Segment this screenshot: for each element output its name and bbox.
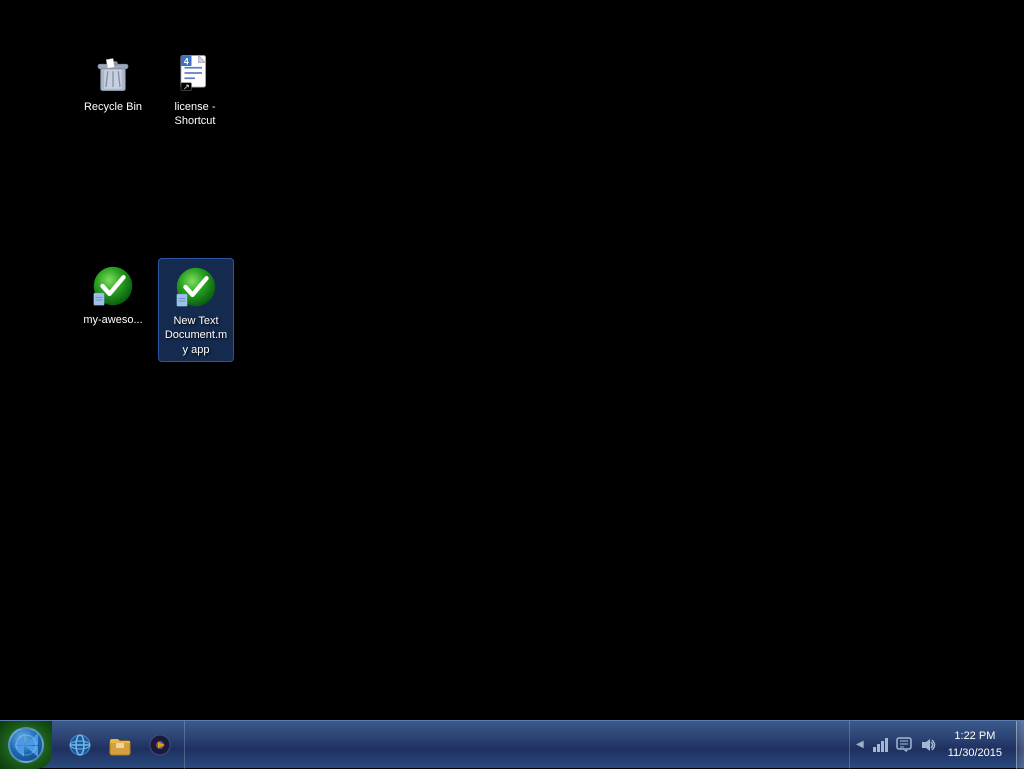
network-tray-icon[interactable] xyxy=(870,735,890,755)
recycle-bin-label: Recycle Bin xyxy=(84,100,142,114)
windows-orb xyxy=(8,727,44,763)
quick-launch xyxy=(56,721,185,769)
new-text-document-label: New Text Document.my app xyxy=(163,314,229,357)
new-text-document-image xyxy=(172,263,220,311)
clock-time: 1:22 PM xyxy=(954,728,995,745)
license-shortcut-image: 4 ↗ xyxy=(171,49,219,97)
clock-date: 11/30/2015 xyxy=(948,745,1002,762)
show-desktop-button[interactable] xyxy=(1016,721,1024,769)
ie-button[interactable] xyxy=(62,727,98,763)
license-shortcut-label: license - Shortcut xyxy=(161,100,229,129)
my-awesome-app-icon[interactable]: my-aweso... xyxy=(75,258,151,331)
explorer-button[interactable] xyxy=(102,727,138,763)
running-apps xyxy=(189,721,849,769)
my-awesome-app-label: my-aweso... xyxy=(83,313,142,327)
volume-tray-icon[interactable] xyxy=(918,735,938,755)
my-awesome-app-image xyxy=(89,262,137,310)
action-center-tray-icon[interactable] xyxy=(894,735,914,755)
recycle-bin-image xyxy=(89,49,137,97)
license-shortcut-icon[interactable]: 4 ↗ license - Shortcut xyxy=(157,45,233,133)
clock[interactable]: 1:22 PM 11/30/2015 xyxy=(940,721,1010,769)
new-text-document-icon[interactable]: New Text Document.my app xyxy=(158,258,234,362)
svg-text:4: 4 xyxy=(184,56,189,66)
media-player-button[interactable] xyxy=(142,727,178,763)
desktop: Recycle Bin 4 ↗ license - Shortcut xyxy=(0,0,1024,720)
system-tray: ◀ xyxy=(849,721,1016,769)
start-button[interactable] xyxy=(0,721,52,769)
taskbar: ◀ xyxy=(0,720,1024,768)
recycle-bin-icon[interactable]: Recycle Bin xyxy=(75,45,151,118)
tray-chevron[interactable]: ◀ xyxy=(856,739,864,750)
svg-text:↗: ↗ xyxy=(183,83,190,92)
